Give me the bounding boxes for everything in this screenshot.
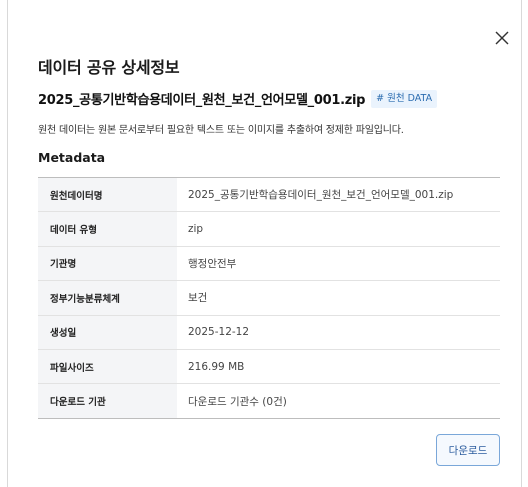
- metadata-value: 216.99 MB: [177, 349, 500, 385]
- metadata-key: 데이터 유형: [38, 211, 177, 247]
- dialog-border-left: [7, 0, 8, 487]
- file-row: 2025_공통기반학습용데이터_원천_보건_언어모델_001.zip # 원천 …: [38, 89, 438, 108]
- table-row: 데이터 유형 zip: [38, 211, 500, 247]
- metadata-key: 기관명: [38, 246, 177, 282]
- description: 원천 데이터는 원본 문서로부터 필요한 텍스트 또는 이미지를 추출하여 정제…: [38, 125, 404, 136]
- table-row: 다운로드 기관 다운로드 기관수 (0건): [38, 383, 500, 419]
- dialog: 데이터 공유 상세정보 2025_공통기반학습용데이터_원천_보건_언어모델_0…: [0, 0, 528, 487]
- file-name: 2025_공통기반학습용데이터_원천_보건_언어모델_001.zip: [38, 93, 366, 108]
- download-button[interactable]: 다운로드: [436, 434, 500, 466]
- metadata-key: 파일사이즈: [38, 349, 177, 385]
- data-type-tag: # 원천 DATA: [371, 89, 438, 108]
- metadata-heading: Metadata: [38, 150, 106, 165]
- metadata-table: 원천데이터명 2025_공통기반학습용데이터_원천_보건_언어모델_001.zi…: [38, 177, 500, 419]
- table-row: 파일사이즈 216.99 MB: [38, 349, 500, 385]
- table-row: 기관명 행정안전부: [38, 246, 500, 282]
- close-button[interactable]: [491, 27, 513, 49]
- metadata-key: 생성일: [38, 315, 177, 350]
- dialog-border-right: [521, 0, 522, 487]
- metadata-key: 정부기능분류체계: [38, 280, 177, 316]
- table-row: 원천데이터명 2025_공통기반학습용데이터_원천_보건_언어모델_001.zi…: [38, 177, 500, 213]
- metadata-key: 원천데이터명: [38, 177, 177, 213]
- metadata-key: 다운로드 기관: [38, 383, 177, 419]
- metadata-value: 2025_공통기반학습용데이터_원천_보건_언어모델_001.zip: [177, 177, 500, 213]
- table-row: 정부기능분류체계 보건: [38, 280, 500, 316]
- close-icon: [495, 31, 509, 45]
- table-row: 생성일 2025-12-12: [38, 315, 500, 350]
- metadata-value: 2025-12-12: [177, 315, 500, 350]
- metadata-value: 행정안전부: [177, 246, 500, 282]
- dialog-title: 데이터 공유 상세정보: [38, 58, 180, 77]
- metadata-value: zip: [177, 211, 500, 247]
- metadata-value: 보건: [177, 280, 500, 316]
- metadata-value: 다운로드 기관수 (0건): [188, 395, 287, 408]
